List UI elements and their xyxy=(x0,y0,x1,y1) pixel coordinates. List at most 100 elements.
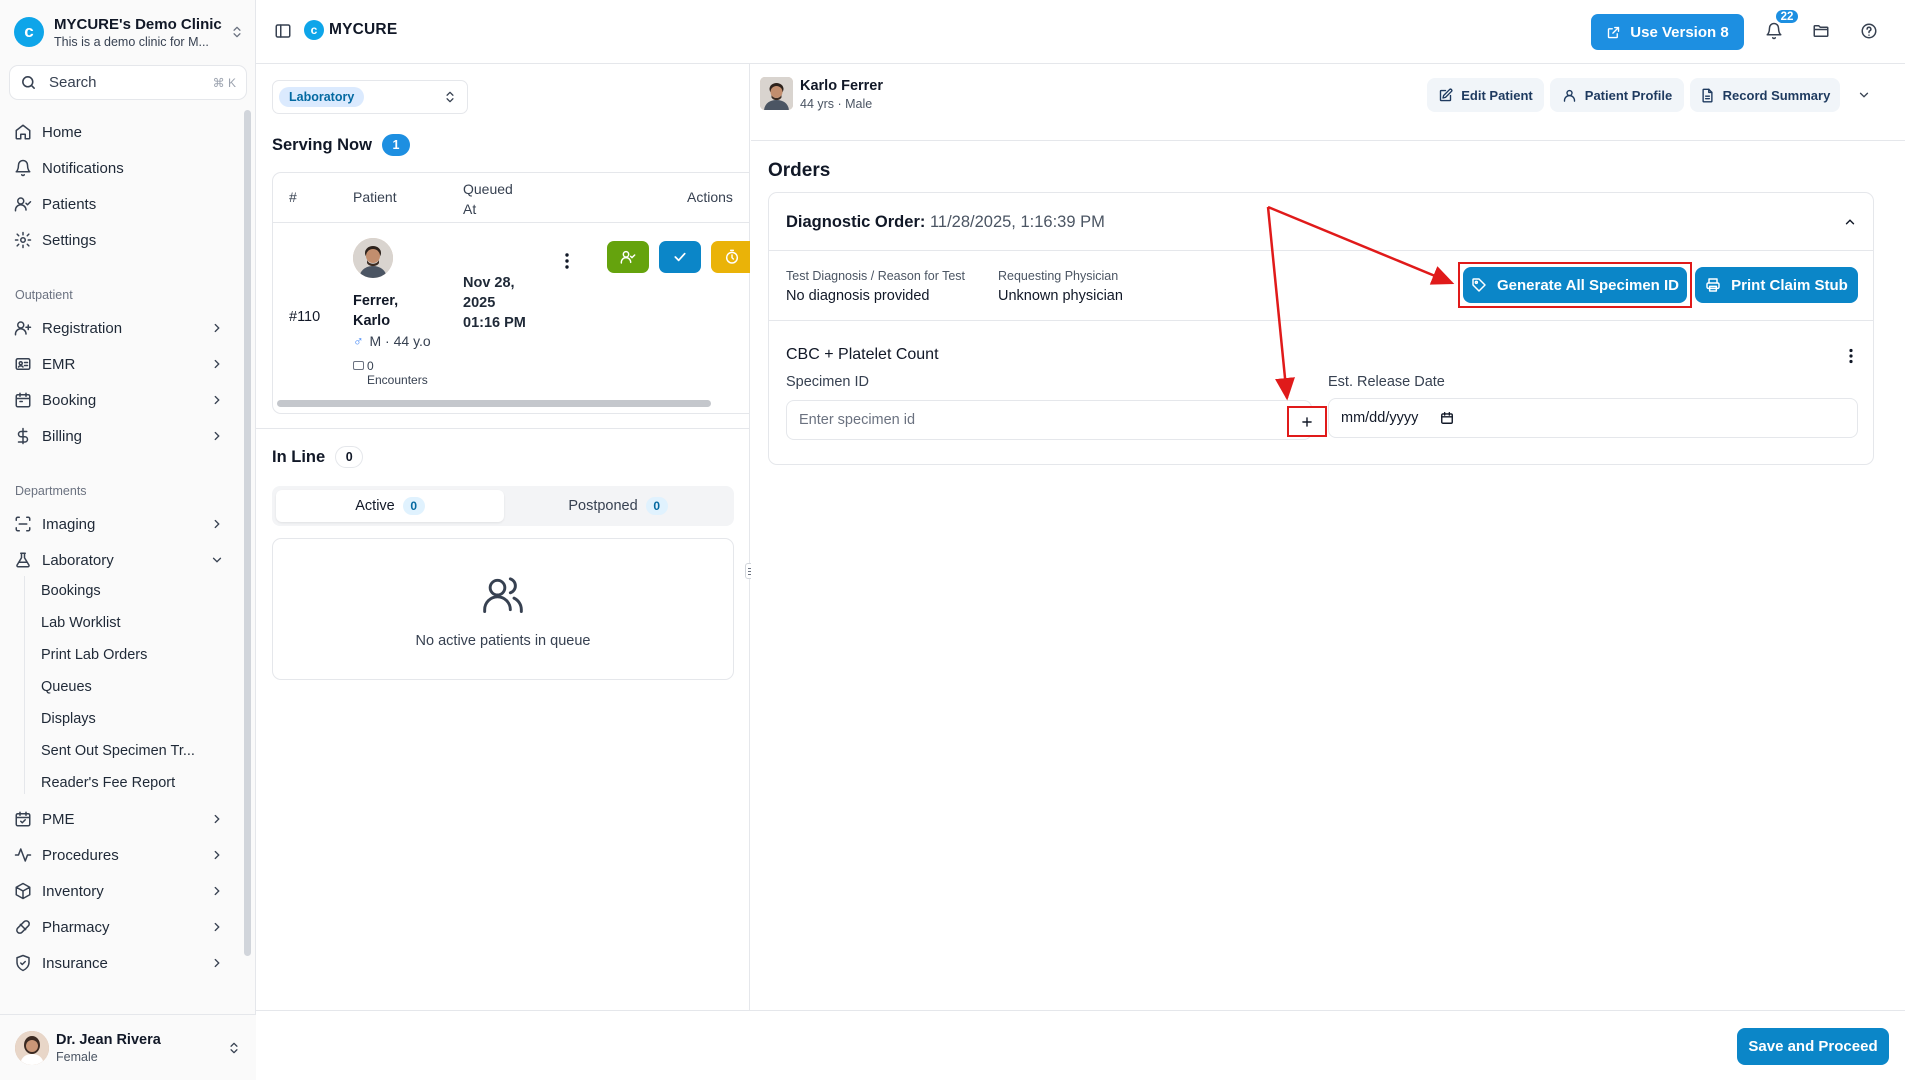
complete-button[interactable] xyxy=(659,241,701,273)
nav-pharmacy-label: Pharmacy xyxy=(42,918,110,936)
user-check-icon xyxy=(620,250,636,264)
nav-settings-label: Settings xyxy=(42,231,97,249)
nav-settings[interactable]: Settings xyxy=(14,225,224,255)
order-label: Diagnostic Order: xyxy=(786,213,926,231)
help-icon[interactable] xyxy=(1860,22,1878,40)
nav-booking[interactable]: Booking xyxy=(14,385,224,415)
patient-profile-button[interactable]: Patient Profile xyxy=(1550,78,1684,112)
nav-lab-worklist[interactable]: Lab Worklist xyxy=(41,615,121,631)
nav-inventory[interactable]: Inventory xyxy=(14,876,224,906)
pill-icon xyxy=(16,920,30,934)
nav-procedures[interactable]: Procedures xyxy=(14,840,224,870)
chevron-up-icon[interactable] xyxy=(1843,215,1857,229)
department-select[interactable]: Laboratory xyxy=(272,80,468,114)
nav-pme[interactable]: PME xyxy=(14,804,224,834)
department-chip: Laboratory xyxy=(279,87,365,107)
nav-lab-displays[interactable]: Displays xyxy=(41,711,96,727)
more-vertical-icon[interactable] xyxy=(1847,347,1855,365)
nav-home[interactable]: Home xyxy=(14,117,224,147)
chevron-down-icon[interactable] xyxy=(1857,88,1871,102)
edit-patient-label: Edit Patient xyxy=(1461,87,1533,103)
patient-sex-age: M · 44 y.o xyxy=(369,333,431,349)
patient-name[interactable]: Ferrer, Karlo xyxy=(353,291,413,331)
users-icon xyxy=(483,577,523,613)
patient-encounters: 0 Encounters xyxy=(353,359,428,387)
queue-tabs: Active 0 Postponed 0 xyxy=(272,486,734,526)
postpone-button[interactable] xyxy=(711,241,750,273)
nav-pharmacy[interactable]: Pharmacy xyxy=(14,912,224,942)
serving-now-heading: Serving Now 1 xyxy=(272,134,410,156)
section-divider xyxy=(256,428,750,429)
nav-pme-label: PME xyxy=(42,810,75,828)
more-vertical-icon[interactable] xyxy=(563,251,571,271)
check-icon xyxy=(674,252,686,262)
brand-logo: c xyxy=(304,20,324,40)
table-row[interactable]: #110 Ferrer, Karlo ♂ M · 44 y.o 0 Encoun… xyxy=(273,223,750,399)
sidebar-toggle-icon[interactable] xyxy=(274,22,292,40)
save-and-proceed-button[interactable]: Save and Proceed xyxy=(1737,1028,1889,1065)
print-claim-stub-button[interactable]: Print Claim Stub xyxy=(1695,267,1858,303)
assign-patient-button[interactable] xyxy=(607,241,649,273)
nav-inventory-label: Inventory xyxy=(42,882,104,900)
nav-laboratory[interactable]: Laboratory xyxy=(14,545,224,575)
sidebar-scrollbar[interactable] xyxy=(244,110,251,956)
order-datetime: 11/28/2025, 1:16:39 PM xyxy=(929,213,1105,231)
nav-laboratory-label: Laboratory xyxy=(42,551,114,569)
nav-billing-label: Billing xyxy=(42,427,83,445)
nav-procedures-label: Procedures xyxy=(42,846,119,864)
order-card-header[interactable]: Diagnostic Order: 11/28/2025, 1:16:39 PM xyxy=(769,193,1873,251)
clinic-switcher[interactable]: c MYCURE's Demo Clinic This is a demo cl… xyxy=(14,14,244,50)
release-date-placeholder: mm/dd/yyyy xyxy=(1341,410,1419,426)
clinic-subtitle: This is a demo clinic for M... xyxy=(54,34,209,49)
nav-readers-fee-report[interactable]: Reader's Fee Report xyxy=(41,775,175,791)
chevron-right-icon xyxy=(214,395,220,405)
table-horizontal-scrollbar[interactable] xyxy=(277,400,711,407)
record-summary-button[interactable]: Record Summary xyxy=(1690,78,1840,112)
nav-sent-out-specimen[interactable]: Sent Out Specimen Tr... xyxy=(41,743,195,759)
patient-meta: ♂ M · 44 y.o xyxy=(353,333,431,349)
calendar-icon[interactable] xyxy=(1440,411,1454,425)
home-icon xyxy=(15,124,31,140)
scan-icon xyxy=(15,516,31,532)
folder-icon[interactable] xyxy=(1812,22,1830,40)
nav-imaging[interactable]: Imaging xyxy=(14,509,224,539)
brand-name: MYCURE xyxy=(329,21,398,38)
specimen-id-input[interactable]: Enter specimen id xyxy=(786,400,1327,440)
tab-active[interactable]: Active 0 xyxy=(276,490,504,522)
nav-lab-queues[interactable]: Queues xyxy=(41,679,92,695)
users-icon xyxy=(14,197,32,212)
empty-queue-state: No active patients in queue xyxy=(272,538,734,680)
use-version-8-button[interactable]: Use Version 8 xyxy=(1591,14,1744,50)
nav-registration[interactable]: Registration xyxy=(14,313,224,343)
queue-panel: Laboratory Serving Now 1 # Patient Queue… xyxy=(256,64,750,1010)
chevron-right-icon xyxy=(214,850,220,860)
nav-emr[interactable]: EMR xyxy=(14,349,224,379)
nav-insurance[interactable]: Insurance xyxy=(14,948,224,978)
nav-print-lab-orders[interactable]: Print Lab Orders xyxy=(41,647,147,663)
nav-lab-bookings[interactable]: Bookings xyxy=(41,583,101,599)
patient-avatar xyxy=(353,238,393,278)
chevron-right-icon xyxy=(214,431,220,441)
test-name: CBC + Platelet Count xyxy=(786,346,939,363)
add-specimen-id-button[interactable] xyxy=(1287,406,1327,437)
edit-patient-button[interactable]: Edit Patient xyxy=(1427,78,1544,112)
release-date-input[interactable]: mm/dd/yyyy xyxy=(1328,398,1858,438)
shield-icon xyxy=(16,954,30,972)
chevron-right-icon xyxy=(214,359,220,369)
printer-icon xyxy=(1706,278,1720,292)
specimen-id-placeholder: Enter specimen id xyxy=(799,412,916,428)
in-line-count: 0 xyxy=(335,446,364,468)
submenu-guide xyxy=(24,576,25,794)
nav-notifications[interactable]: Notifications xyxy=(14,153,224,183)
record-summary-label: Record Summary xyxy=(1722,87,1831,103)
chevron-right-icon xyxy=(214,814,220,824)
nav-patients[interactable]: Patients xyxy=(14,189,224,219)
diagnosis-label: Test Diagnosis / Reason for Test xyxy=(786,269,966,283)
search-button[interactable]: Search ⌘ K xyxy=(9,65,247,100)
user-menu[interactable]: Dr. Jean Rivera Female xyxy=(0,1014,256,1080)
nav-billing[interactable]: Billing xyxy=(14,421,224,451)
tab-postponed[interactable]: Postponed 0 xyxy=(504,490,732,522)
empty-queue-text: No active patients in queue xyxy=(415,633,591,649)
nav-emr-label: EMR xyxy=(42,355,76,373)
external-link-icon xyxy=(1608,26,1620,38)
